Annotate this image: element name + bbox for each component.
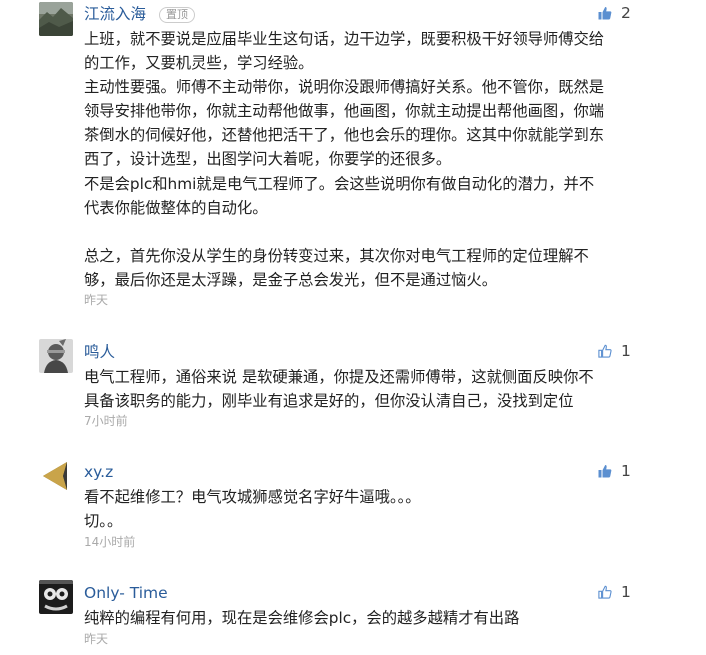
comment-line: 不是会plc和hmi就是电气工程师了。会这些说明你有做自动化的潜力，并不: [84, 174, 595, 193]
comment-line: 切。。: [84, 512, 123, 531]
comment-line: 领导安排他带你，你就主动帮他做事，他画图，你就主动提出帮他画图，你端: [84, 102, 605, 121]
avatar-logo-image: [39, 459, 73, 493]
comment-line: 具备该职务的能力，刚毕业有追求是好的，但你没认清自己，没找到定位: [84, 392, 574, 411]
thumbs-up-outline-icon: [598, 344, 612, 358]
like-count: 2: [621, 4, 631, 22]
comment-text: 看不起维修工？电气攻城狮感觉名字好牛逼哦。。。 切。。: [84, 485, 644, 533]
author-name[interactable]: 江流入海: [84, 4, 146, 24]
avatar-landscape-image: [39, 2, 73, 36]
comment-line: 上班，就不要说是应届毕业生这句话，边干边学，既要积极干好领导师傅交给: [84, 30, 605, 48]
comment-line: 看不起维修工？电气攻城狮感觉名字好牛逼哦。。。: [84, 488, 421, 506]
comment-line: 主动性要强。师傅不主动带你，说明你没跟师傅搞好关系。他不管你，既然是: [84, 78, 605, 97]
comment-text: 上班，就不要说是应届毕业生这句话，边干边学，既要积极干好领导师傅交给 的工作，又…: [84, 27, 644, 292]
thumbs-up-outline-icon: [598, 585, 612, 599]
comment-line: 茶倒水的伺候好他，还替他把活干了，他也会乐的理你。这其中你就能学到东: [84, 126, 605, 145]
comment-text: 电气工程师，通俗来说 是软硬兼通，你提及还需师傅带，这就侧面反映你不 具备该职务…: [84, 365, 644, 413]
like-count: 1: [621, 342, 631, 360]
like-count: 1: [621, 583, 631, 601]
author-name[interactable]: xy.z: [84, 462, 113, 482]
comment-line: 的工作，又要机灵些，学习经验。: [84, 54, 314, 73]
like-button[interactable]: 1: [598, 462, 631, 480]
like-button[interactable]: 2: [598, 4, 631, 22]
comment-timestamp: 昨天: [84, 293, 109, 307]
comment-line: 纯粹的编程有何用，现在是会维修会plc，会的越多越精才有出路: [84, 609, 520, 627]
pinned-badge: 置顶: [159, 7, 195, 23]
comment-line: 够，最后你还是太浮躁，是金子总会发光，但不是通过恼火。: [84, 270, 498, 289]
comment-timestamp: 14小时前: [84, 535, 136, 549]
like-button[interactable]: 1: [598, 583, 631, 601]
comment-line: 电气工程师，通俗来说 是软硬兼通，你提及还需师傅带，这就侧面反映你不: [84, 368, 594, 386]
avatar[interactable]: [39, 339, 73, 373]
thumbs-up-filled-icon: [598, 7, 612, 20]
comment-timestamp: 7小时前: [84, 414, 128, 428]
author-name[interactable]: 鸣人: [84, 342, 115, 362]
thumbs-up-filled-icon: [598, 465, 612, 478]
like-button[interactable]: 1: [598, 342, 631, 360]
author-name[interactable]: Only- Time: [84, 583, 168, 603]
avatar[interactable]: [39, 459, 73, 493]
avatar[interactable]: [39, 2, 73, 36]
avatar[interactable]: [39, 580, 73, 614]
comment-timestamp: 昨天: [84, 632, 109, 646]
avatar-pattern-image: [39, 580, 73, 614]
comment-text: 纯粹的编程有何用，现在是会维修会plc，会的越多越精才有出路: [84, 606, 644, 630]
comment-line: 代表你能做整体的自动化。: [84, 198, 268, 217]
comment-line: 总之，首先你没从学生的身份转变过来，其次你对电气工程师的定位理解不: [84, 246, 589, 265]
comment-line: 西了，设计选型，出图学问大着呢，你要学的还很多。: [84, 150, 452, 169]
avatar-character-image: [39, 339, 73, 373]
like-count: 1: [621, 462, 631, 480]
